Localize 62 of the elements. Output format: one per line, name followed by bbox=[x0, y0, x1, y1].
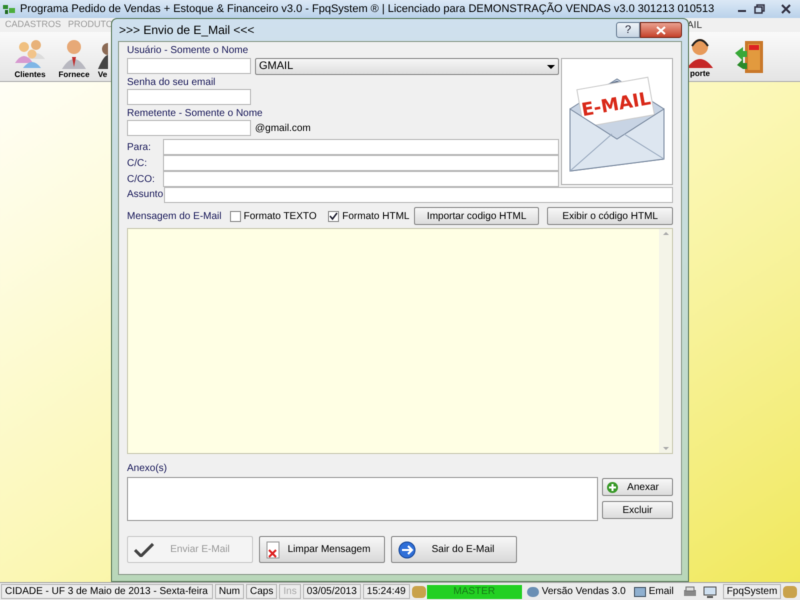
input-field[interactable] bbox=[163, 139, 559, 155]
status-panel: CIDADE - UF 3 de Maio de 2013 - Sexta-feira bbox=[1, 584, 213, 599]
field-label: Senha do seu email bbox=[127, 76, 216, 89]
input-field[interactable] bbox=[163, 155, 559, 171]
close-icon bbox=[656, 26, 666, 34]
toolbar-button-label[interactable]: porte bbox=[690, 68, 710, 79]
field-label: C/C: bbox=[127, 156, 148, 170]
checkbox[interactable] bbox=[230, 210, 241, 222]
action-button[interactable]: Sair do E-Mail bbox=[391, 536, 517, 563]
status-text: Email bbox=[648, 585, 674, 599]
field-label: Anexo(s) bbox=[127, 462, 168, 475]
status-panel: FpqSystem bbox=[722, 584, 782, 599]
checkmark-icon bbox=[134, 542, 154, 556]
help-button[interactable]: ? bbox=[616, 22, 640, 38]
status-panel: Caps bbox=[246, 584, 278, 599]
html-button[interactable]: Importar codigo HTML bbox=[414, 207, 540, 225]
logo-text: E-MAIL bbox=[580, 88, 652, 122]
input-field[interactable] bbox=[163, 171, 559, 187]
status-panel: 03/05/2013 bbox=[302, 584, 361, 599]
dialog-title: >>> Envio de E_Mail <<< bbox=[119, 22, 254, 39]
checkbox-label[interactable]: Formato HTML bbox=[342, 208, 410, 224]
printer-icon bbox=[682, 586, 697, 598]
message-area[interactable] bbox=[127, 228, 673, 454]
plus-icon bbox=[607, 482, 618, 492]
status-panel: MASTER bbox=[426, 584, 522, 598]
caret-icon bbox=[547, 64, 555, 68]
checkbox-label[interactable]: Formato TEXTO bbox=[244, 208, 317, 224]
toolbar-button-label[interactable]: Clientes bbox=[14, 69, 46, 80]
status-panel: Num bbox=[214, 584, 244, 599]
attachments-list[interactable] bbox=[127, 477, 598, 521]
window-title: Programa Pedido de Vendas + Estoque & Financeiro v3.0 - FpqSystem ® | Licenciado para DEMONSTRAÇÃO VENDAS v3.0 301213 010513 bbox=[20, 1, 714, 17]
field-label: Remetente - Somente o Nome bbox=[127, 107, 264, 120]
action-button[interactable]: Limpar Mensagem bbox=[259, 536, 385, 563]
status-panel: 15:24:49 bbox=[362, 584, 410, 599]
input-field[interactable] bbox=[127, 58, 251, 74]
attachment-button[interactable]: Excluir bbox=[602, 501, 673, 519]
status-panel: Ins bbox=[279, 584, 301, 599]
mail-icon bbox=[634, 586, 646, 596]
html-button[interactable]: Exibir o código HTML bbox=[547, 207, 673, 225]
app-icon bbox=[2, 3, 16, 15]
close-button[interactable] bbox=[640, 22, 682, 38]
provider-dropdown[interactable]: GMAIL bbox=[255, 58, 559, 75]
password-field[interactable] bbox=[127, 89, 251, 105]
status-text: Versão Vendas 3.0 bbox=[542, 585, 626, 599]
toolbar-button-label[interactable]: Fornece bbox=[58, 69, 90, 80]
delete-document-icon bbox=[266, 540, 280, 558]
restore-icon[interactable] bbox=[754, 4, 766, 14]
subject-field[interactable] bbox=[164, 186, 673, 202]
toolbar-button-label[interactable]: Ve bbox=[98, 69, 108, 80]
field-label: Para: bbox=[127, 140, 152, 154]
checkbox[interactable] bbox=[328, 210, 340, 222]
monitor-icon bbox=[702, 586, 717, 598]
people-icon bbox=[12, 37, 48, 69]
field-label: C/CO: bbox=[127, 172, 156, 186]
close-icon[interactable] bbox=[780, 4, 792, 14]
attachment-button[interactable]: Anexar bbox=[602, 478, 673, 496]
scrollbar[interactable] bbox=[659, 229, 672, 453]
input-field[interactable] bbox=[127, 120, 251, 136]
field-label: Usuário - Somente o Nome bbox=[127, 44, 250, 58]
domain-label: @gmail.com bbox=[255, 122, 311, 136]
field-label: Mensagem do E-Mail bbox=[127, 210, 222, 224]
field-label: Assunto: bbox=[127, 188, 164, 202]
